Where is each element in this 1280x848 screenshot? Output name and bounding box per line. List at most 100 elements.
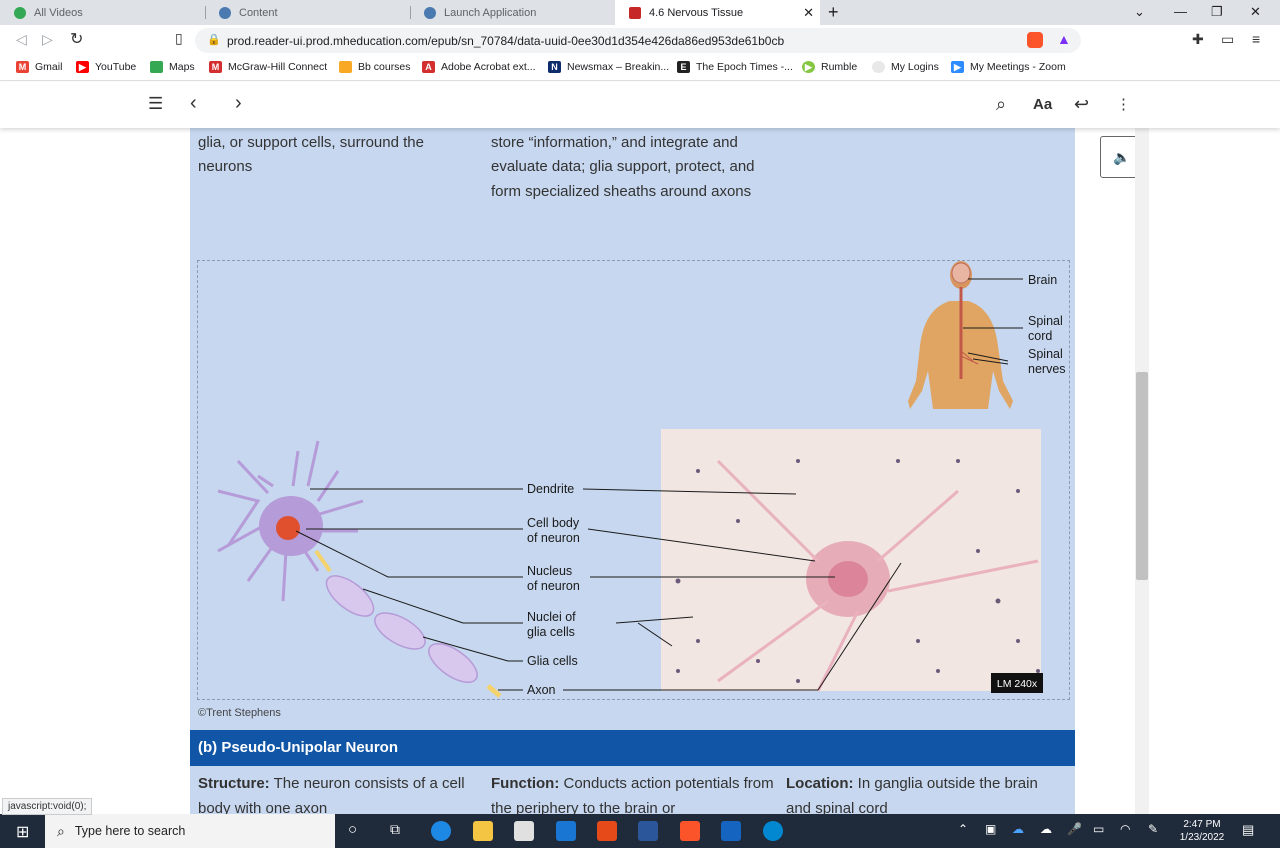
label-nuclei-glia-line1: Nuclei of xyxy=(527,610,576,624)
tab-label: 4.6 Nervous Tissue xyxy=(649,6,744,19)
acrobat-icon: A xyxy=(422,61,435,73)
label-nucleus-line2: of neuron xyxy=(527,579,580,593)
bookmark-bb-courses[interactable]: Bb courses xyxy=(339,61,411,73)
bookmark-icon[interactable]: ▯ xyxy=(175,30,183,47)
pen-icon[interactable]: ✎ xyxy=(1148,822,1158,836)
function-text-a: information in the form of action potent… xyxy=(491,133,755,200)
reader-toolbar: ☰ ‹ › ⌕ Aa ↩ ⋮ xyxy=(0,82,1280,128)
cloud-icon[interactable]: ☁ xyxy=(1040,822,1052,836)
windows-start-icon[interactable]: ⊞ xyxy=(16,822,29,842)
mail-icon[interactable] xyxy=(556,821,576,841)
brave-icon[interactable] xyxy=(680,821,700,841)
next-page-icon[interactable]: › xyxy=(235,92,242,115)
bookmark-mcgraw-hill[interactable]: M McGraw-Hill Connect xyxy=(209,61,327,73)
text-size-icon[interactable]: Aa xyxy=(1033,96,1052,113)
structure-text-a: dendrites, a cell body, and a long axon;… xyxy=(198,133,424,176)
blackboard-icon xyxy=(339,61,352,73)
notifications-icon[interactable]: ▤ xyxy=(1242,822,1254,838)
chart-app-icon[interactable] xyxy=(721,821,741,841)
cortana-icon[interactable]: ○ xyxy=(348,821,357,838)
back-icon[interactable]: ◁ xyxy=(16,31,27,48)
reader-content: dendrites, a cell body, and a long axon;… xyxy=(0,128,1280,814)
tab-label: Launch Application xyxy=(444,6,537,19)
task-view-icon[interactable]: ⧉ xyxy=(390,821,400,838)
reload-icon[interactable]: ↻ xyxy=(70,29,83,49)
file-explorer-icon[interactable] xyxy=(473,821,493,841)
scrollbar-thumb[interactable] xyxy=(1136,372,1148,580)
windows-taskbar: ⊞ ⌕ Type here to search ○ ⧉ ⌃ ▣ ☁ ☁ 🎤 ▭ … xyxy=(0,814,1280,848)
label-glia-cells: Glia cells xyxy=(527,654,578,668)
forward-icon[interactable]: ▷ xyxy=(42,31,53,48)
brave-rewards-icon[interactable]: ▲ xyxy=(1057,31,1071,47)
onedrive-icon[interactable]: ☁ xyxy=(1012,822,1024,836)
return-icon[interactable]: ↩ xyxy=(1074,94,1089,115)
more-options-icon[interactable]: ⋮ xyxy=(1116,95,1131,113)
microphone-icon[interactable]: 🎤 xyxy=(1067,822,1082,836)
gmail-icon: M xyxy=(16,61,29,73)
tab-label: All Videos xyxy=(34,6,83,19)
rumble-icon: ▶ xyxy=(802,61,815,73)
battery-icon[interactable]: ▭ xyxy=(1093,822,1104,836)
previous-page-icon[interactable]: ‹ xyxy=(190,92,197,115)
close-window-button[interactable]: ✕ xyxy=(1250,4,1261,20)
bookmark-epoch-times[interactable]: E The Epoch Times -... xyxy=(677,61,793,73)
bookmark-rumble[interactable]: ▶ Rumble xyxy=(802,61,857,73)
logins-icon xyxy=(872,61,885,73)
close-tab-icon[interactable]: ✕ xyxy=(803,5,814,21)
search-placeholder: Type here to search xyxy=(74,824,186,838)
tray-device-icon[interactable]: ▣ xyxy=(985,822,996,836)
restore-button[interactable]: ❐ xyxy=(1211,4,1223,20)
wallet-icon[interactable]: ▭ xyxy=(1221,31,1234,48)
tab-nervous-tissue[interactable]: 4.6 Nervous Tissue ✕ xyxy=(615,0,820,25)
human-body-illustration xyxy=(908,261,1013,409)
label-cell-body-line1: Cell body xyxy=(527,516,580,530)
bookmark-zoom[interactable]: ▶ My Meetings - Zoom xyxy=(951,61,1066,73)
label-brain: Brain xyxy=(1028,273,1057,287)
label-spinal-nerves-line2: nerves xyxy=(1028,362,1066,376)
bookmark-newsmax[interactable]: N Newsmax – Breakin... xyxy=(548,61,669,73)
office-icon[interactable] xyxy=(597,821,617,841)
content-icon xyxy=(219,6,231,19)
bookmark-gmail[interactable]: M Gmail xyxy=(16,61,62,73)
screen-recorder-icon[interactable] xyxy=(763,821,783,841)
maps-icon xyxy=(150,61,163,73)
launch-icon xyxy=(424,6,436,19)
neuron-illustration xyxy=(217,440,502,698)
tab-label: Content xyxy=(239,6,278,19)
structure-text-b: Structure: The neuron consists of a cell… xyxy=(198,772,478,814)
label-spinal-nerves-line1: Spinal xyxy=(1028,347,1063,361)
bookmark-youtube[interactable]: ▶ YouTube xyxy=(76,61,136,73)
edge-icon[interactable] xyxy=(431,821,451,841)
bookmark-acrobat[interactable]: A Adobe Acrobat ext... xyxy=(422,61,536,73)
taskbar-clock[interactable]: 2:47 PM 1/23/2022 xyxy=(1170,818,1234,844)
bookmark-my-logins[interactable]: My Logins xyxy=(872,61,939,73)
store-icon[interactable] xyxy=(514,821,534,841)
minimize-button[interactable]: — xyxy=(1174,4,1187,19)
tab-all-videos[interactable]: All Videos xyxy=(0,0,205,25)
wifi-icon[interactable]: ◠ xyxy=(1120,822,1130,836)
neuron-figure: LM 240x Dendrite Cell body of neuron Nuc… xyxy=(197,260,1070,700)
menu-icon[interactable]: ≡ xyxy=(1252,31,1260,47)
brave-shield-icon[interactable] xyxy=(1027,32,1043,48)
structure-label: Structure: xyxy=(198,775,270,792)
function-text-b: Function: Conducts action potentials fro… xyxy=(491,772,781,814)
tab-launch-application[interactable]: Launch Application xyxy=(410,0,615,25)
section-header: (b) Pseudo-Unipolar Neuron xyxy=(190,730,1075,766)
extensions-icon[interactable]: ✚ xyxy=(1192,31,1204,48)
figure-credit: ©Trent Stephens xyxy=(198,707,281,719)
word-icon[interactable] xyxy=(638,821,658,841)
speaker-icon: 🔈 xyxy=(1113,149,1131,165)
new-tab-button[interactable]: + xyxy=(828,2,839,23)
tray-expand-icon[interactable]: ⌃ xyxy=(958,822,968,836)
epoch-times-icon: E xyxy=(677,61,690,73)
location-text-b: Location: In ganglia outside the brain a… xyxy=(786,772,1066,814)
tab-search-icon[interactable]: ⌄ xyxy=(1134,4,1145,20)
search-icon[interactable]: ⌕ xyxy=(996,94,1006,115)
label-nucleus-line1: Nucleus xyxy=(527,564,572,578)
location-text-a: ganglia xyxy=(786,128,1056,131)
table-of-contents-icon[interactable]: ☰ xyxy=(148,94,163,114)
tab-content[interactable]: Content xyxy=(205,0,410,25)
bookmark-maps[interactable]: Maps xyxy=(150,61,195,73)
taskbar-search-box[interactable]: ⌕ Type here to search xyxy=(45,814,335,848)
address-bar[interactable]: 🔒 prod.reader-ui.prod.mheducation.com/ep… xyxy=(195,28,1081,53)
